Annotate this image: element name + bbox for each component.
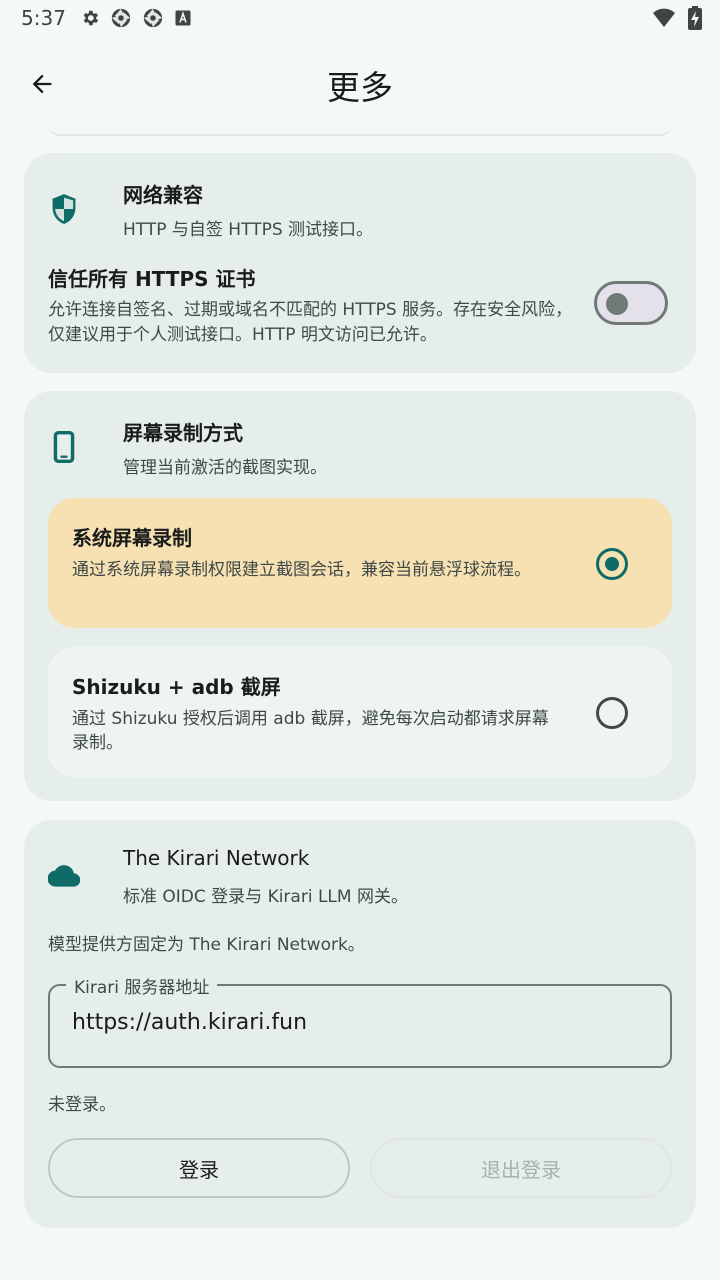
radio-shizuku-adb[interactable] [596,697,628,729]
network-compat-card: 网络兼容 HTTP 与自签 HTTPS 测试接口。 信任所有 HTTPS 证书 … [24,153,696,373]
card-subtitle: 管理当前激活的截图实现。 [123,458,327,478]
previous-card-edge [48,124,672,136]
trust-https-title: 信任所有 HTTPS 证书 [48,267,256,291]
card-subtitle: 标准 OIDC 登录与 Kirari LLM 网关。 [123,887,408,907]
option-system-recording[interactable]: 系统屏幕录制 通过系统屏幕录制权限建立截图会话，兼容当前悬浮球流程。 [48,498,672,628]
card-title: The Kirari Network [123,846,310,870]
radio-system-recording[interactable] [596,548,628,580]
trust-https-description: 允许连接自签名、过期或域名不匹配的 HTTPS 服务。存在安全风险，仅建议用于个… [48,300,573,345]
option-title: 系统屏幕录制 [72,526,192,550]
card-header: 网络兼容 HTTP 与自签 HTTPS 测试接口。 [48,179,672,240]
trust-https-switch[interactable] [594,281,668,325]
page-title: 更多 [327,68,393,107]
option-description: 通过系统屏幕录制权限建立截图会话，兼容当前悬浮球流程。 [72,560,531,580]
aperture-icon [111,8,131,28]
login-button[interactable]: 登录 [48,1138,350,1198]
font-icon [175,10,191,26]
status-left-icons [80,7,192,29]
battery-charging-icon [688,6,702,30]
cloud-icon [48,860,80,892]
server-address-input[interactable] [72,1010,652,1035]
logout-button[interactable]: 退出登录 [370,1138,672,1198]
aperture-icon [143,8,163,28]
top-app-bar: 更多 [0,36,720,132]
login-status: 未登录。 [48,1095,116,1115]
server-address-label: Kirari 服务器地址 [66,973,218,998]
card-title: 屏幕录制方式 [123,421,243,445]
shield-icon [48,193,80,225]
option-title: Shizuku + adb 截屏 [72,675,281,699]
card-title: 网络兼容 [123,183,203,207]
status-bar: 5:37 [0,0,720,36]
settings-icon [83,10,99,26]
card-header: 屏幕录制方式 管理当前激活的截图实现。 [48,417,672,478]
option-description: 通过 Shizuku 授权后调用 adb 截屏，避免每次启动都请求屏幕录制。 [72,709,549,753]
status-right-icons [652,6,702,30]
screen-capture-card: 屏幕录制方式 管理当前激活的截图实现。 系统屏幕录制 通过系统屏幕录制权限建立截… [24,391,696,801]
switch-thumb [606,293,628,315]
wifi-icon [653,8,675,27]
card-header: The Kirari Network 标准 OIDC 登录与 Kirari LL… [48,846,672,907]
status-time: 5:37 [21,6,66,30]
kirari-network-card: The Kirari Network 标准 OIDC 登录与 Kirari LL… [24,820,696,1228]
provider-note: 模型提供方固定为 The Kirari Network。 [48,935,365,955]
card-subtitle: HTTP 与自签 HTTPS 测试接口。 [123,220,374,240]
server-address-field[interactable]: Kirari 服务器地址 [48,973,672,1068]
smartphone-icon [48,431,80,463]
option-shizuku-adb[interactable]: Shizuku + adb 截屏 通过 Shizuku 授权后调用 adb 截屏… [48,647,672,777]
